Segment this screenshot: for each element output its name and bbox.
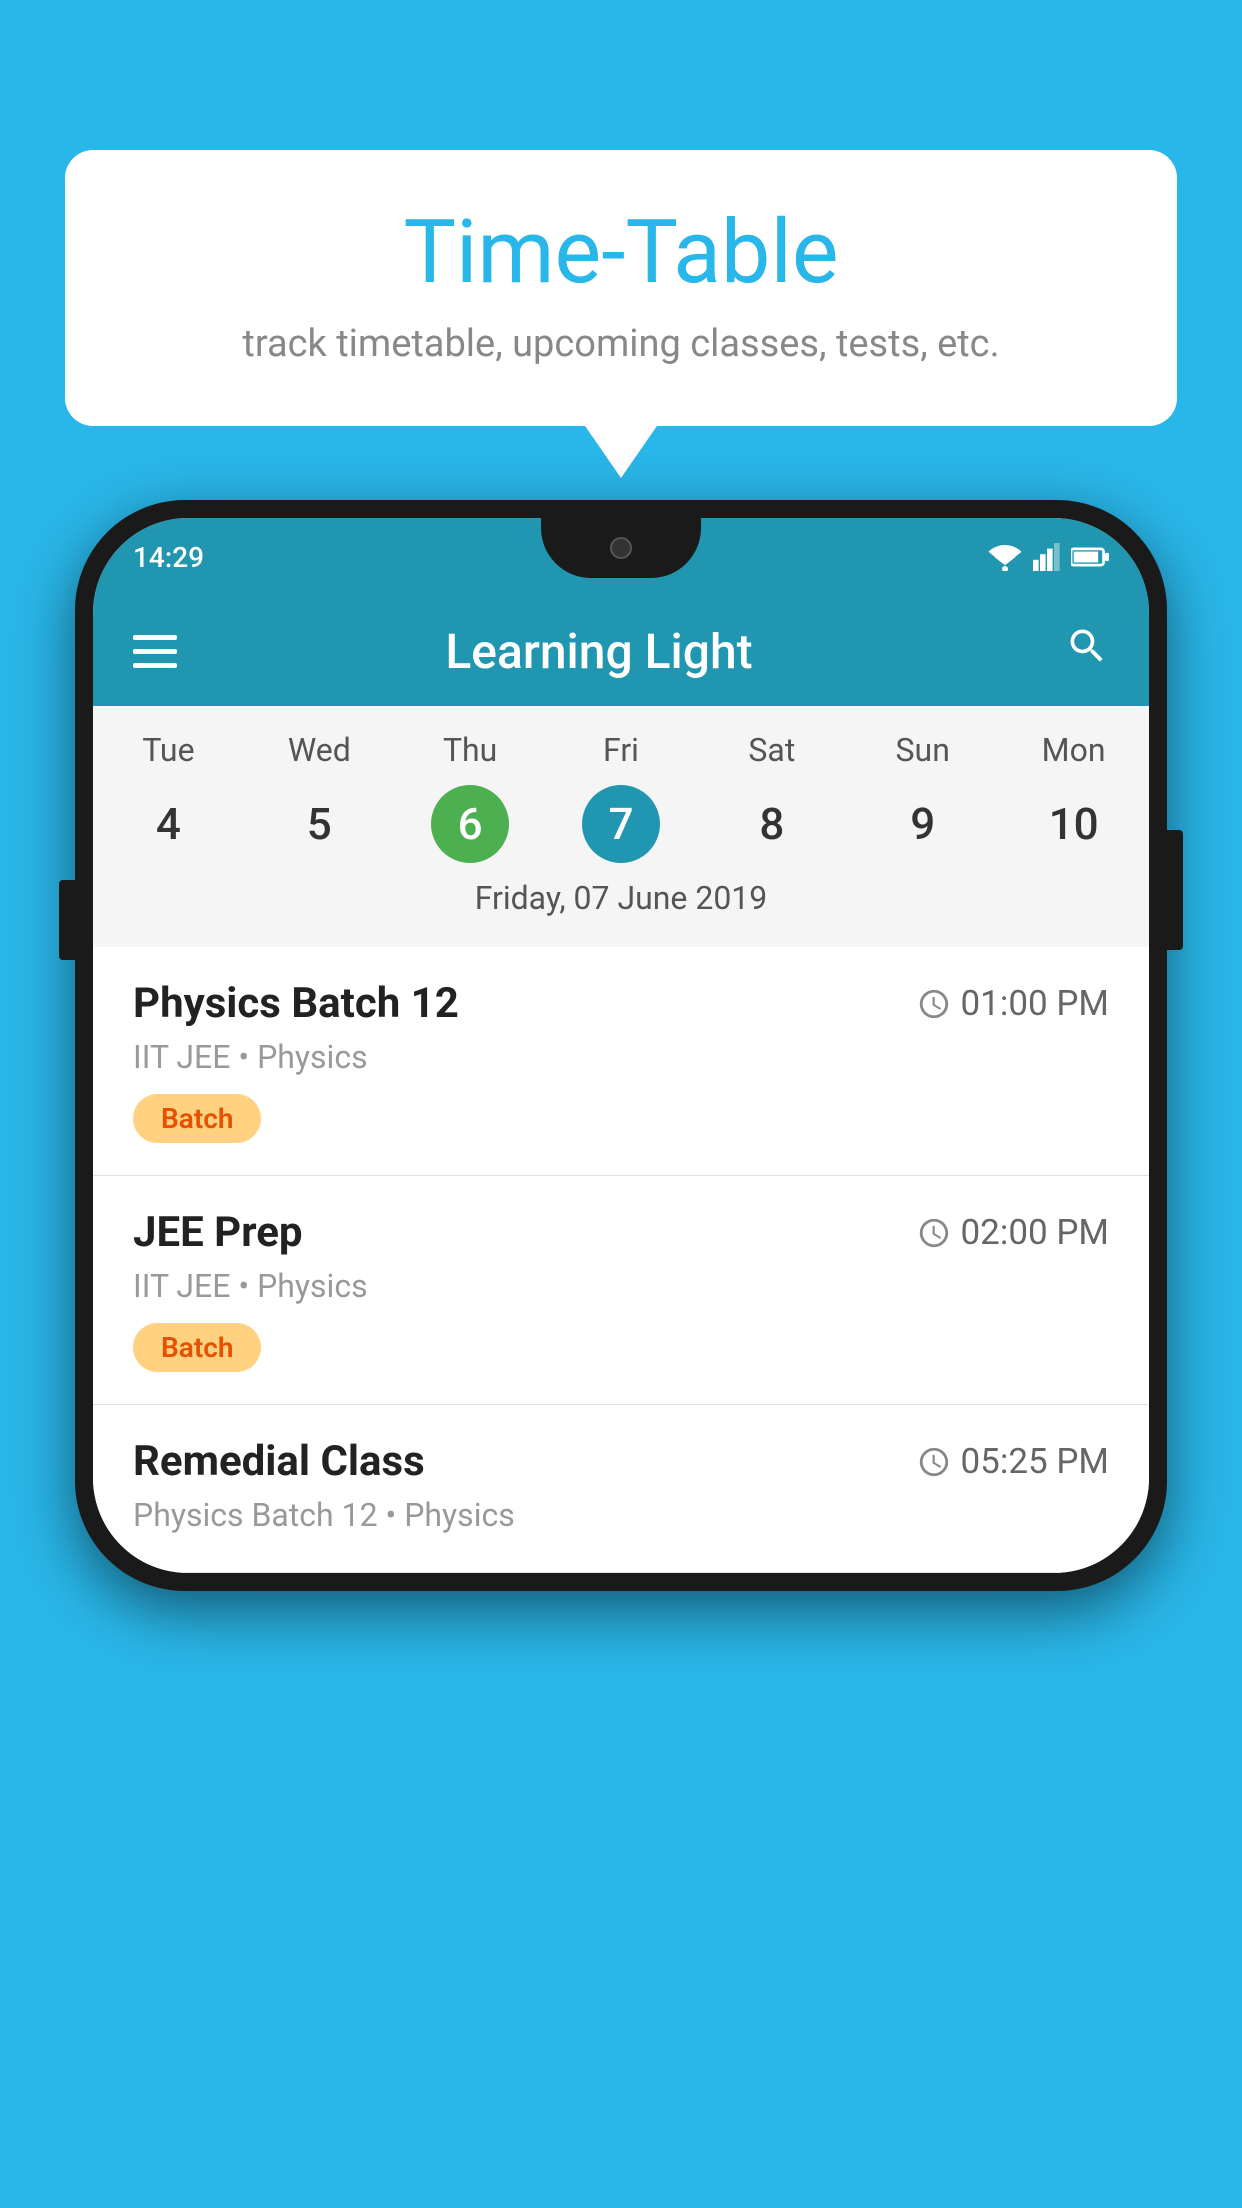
schedule-item-3-subject: Physics Batch 12 • Physics	[133, 1496, 1109, 1534]
status-bar: 14:29	[93, 518, 1149, 596]
schedule-item-3-time: 05:25 PM	[917, 1441, 1109, 1482]
schedule-item-1-header: Physics Batch 12 01:00 PM	[133, 979, 1109, 1028]
clock-icon-2	[917, 1216, 951, 1250]
phone-outer: 14:29	[75, 500, 1167, 1591]
app-title: Learning Light	[177, 623, 1065, 680]
schedule-item-1-badge: Batch	[133, 1094, 261, 1143]
schedule-item-3[interactable]: Remedial Class 05:25 PM Physics Batch 12…	[93, 1405, 1149, 1573]
date-9[interactable]: 9	[847, 784, 998, 864]
day-sun: Sun	[847, 731, 998, 769]
signal-icon	[1031, 543, 1063, 571]
day-mon: Mon	[998, 731, 1149, 769]
schedule-item-2-title: JEE Prep	[133, 1208, 303, 1257]
clock-icon-3	[917, 1445, 951, 1479]
day-thu: Thu	[395, 731, 546, 769]
clock-icon-1	[917, 987, 951, 1021]
schedule-item-2-header: JEE Prep 02:00 PM	[133, 1208, 1109, 1257]
schedule-item-2-time: 02:00 PM	[917, 1212, 1109, 1253]
speech-bubble: Time-Table track timetable, upcoming cla…	[65, 150, 1177, 426]
date-4[interactable]: 4	[93, 784, 244, 864]
schedule-item-2-badge: Batch	[133, 1323, 261, 1372]
phone-screen: 14:29	[93, 518, 1149, 1573]
day-fri: Fri	[546, 731, 697, 769]
search-button[interactable]	[1065, 624, 1109, 679]
day-numbers: 4 5 6 7 8 9 10	[93, 784, 1149, 864]
schedule-item-1-title: Physics Batch 12	[133, 979, 459, 1028]
phone-mockup: 14:29	[75, 500, 1167, 1591]
schedule-item-2[interactable]: JEE Prep 02:00 PM IIT JEE • Physics Batc…	[93, 1176, 1149, 1405]
status-time: 14:29	[133, 541, 204, 574]
camera	[610, 537, 632, 559]
day-headers: Tue Wed Thu Fri Sat Sun Mon	[93, 731, 1149, 769]
bubble-title: Time-Table	[125, 205, 1117, 302]
date-5[interactable]: 5	[244, 784, 395, 864]
day-wed: Wed	[244, 731, 395, 769]
date-8[interactable]: 8	[696, 784, 847, 864]
bubble-card: Time-Table track timetable, upcoming cla…	[65, 150, 1177, 426]
hamburger-button[interactable]	[133, 635, 177, 668]
schedule-item-1-time: 01:00 PM	[917, 983, 1109, 1024]
date-7-selected[interactable]: 7	[582, 785, 660, 863]
schedule-item-1-subject: IIT JEE • Physics	[133, 1038, 1109, 1076]
schedule-list: Physics Batch 12 01:00 PM IIT JEE • Phys…	[93, 947, 1149, 1573]
wifi-icon	[987, 543, 1023, 571]
day-sat: Sat	[696, 731, 847, 769]
app-bar: Learning Light	[93, 596, 1149, 706]
status-icons	[987, 543, 1109, 571]
battery-icon	[1071, 543, 1109, 571]
schedule-item-2-subject: IIT JEE • Physics	[133, 1267, 1109, 1305]
date-10[interactable]: 10	[998, 784, 1149, 864]
day-tue: Tue	[93, 731, 244, 769]
selected-date-label: Friday, 07 June 2019	[93, 864, 1149, 927]
date-6-today[interactable]: 6	[431, 785, 509, 863]
calendar-strip: Tue Wed Thu Fri Sat Sun Mon 4 5 6 7 8 9 …	[93, 706, 1149, 947]
notch	[541, 518, 701, 578]
bubble-subtitle: track timetable, upcoming classes, tests…	[125, 322, 1117, 366]
schedule-item-3-header: Remedial Class 05:25 PM	[133, 1437, 1109, 1486]
schedule-item-3-title: Remedial Class	[133, 1437, 425, 1486]
schedule-item-1[interactable]: Physics Batch 12 01:00 PM IIT JEE • Phys…	[93, 947, 1149, 1176]
